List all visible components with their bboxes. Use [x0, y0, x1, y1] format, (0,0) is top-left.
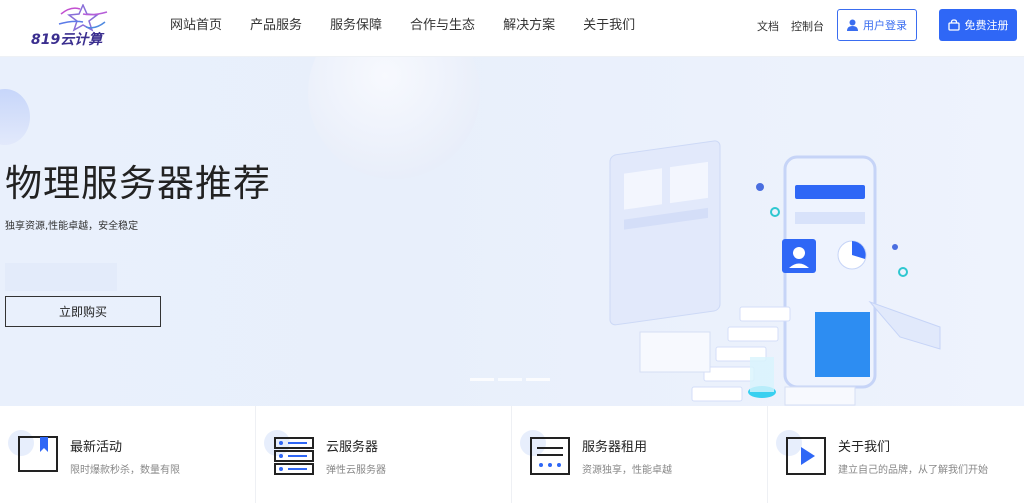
decor-circle-small [0, 89, 30, 145]
feature-card-cloud-server[interactable]: 云服务器 弹性云服务器 [256, 406, 512, 503]
feature-title: 关于我们 [838, 440, 891, 455]
window-icon [530, 437, 570, 475]
nav-partners[interactable]: 合作与生态 [410, 0, 475, 57]
play-icon [786, 437, 826, 475]
decor-circle [308, 57, 480, 179]
bag-icon [947, 19, 960, 31]
server-icon [274, 437, 314, 475]
carousel-dot[interactable] [526, 378, 550, 381]
nav-solutions[interactable]: 解决方案 [503, 0, 555, 57]
feature-card-activity[interactable]: 最新活动 限时爆款秒杀，数量有限 [0, 406, 256, 503]
nav-home[interactable]: 网站首页 [170, 0, 222, 57]
bookmark-icon [18, 436, 58, 472]
nav-about[interactable]: 关于我们 [583, 0, 635, 57]
hero-banner: 物理服务器推荐 独享资源,性能卓越，安全稳定 立即购买 [0, 57, 1024, 406]
feature-card-server-rental[interactable]: 服务器租用 资源独享，性能卓越 [512, 406, 768, 503]
docs-link[interactable]: 文档 [757, 18, 779, 34]
nav-service-guarantee[interactable]: 服务保障 [330, 0, 382, 57]
user-icon [847, 19, 858, 31]
feature-title: 云服务器 [326, 440, 379, 455]
carousel-dots [470, 378, 554, 381]
feature-desc: 限时爆款秒杀，数量有限 [70, 465, 180, 476]
feature-desc: 弹性云服务器 [326, 465, 386, 476]
register-label: 免费注册 [964, 19, 1009, 32]
feature-title: 服务器租用 [582, 440, 648, 455]
feature-card-about[interactable]: 关于我们 建立自己的品牌，从了解我们开始 [768, 406, 1024, 503]
feature-title: 最新活动 [70, 440, 123, 455]
main-nav: 网站首页 产品服务 服务保障 合作与生态 解决方案 关于我们 [170, 0, 663, 57]
server-illustration [609, 140, 941, 406]
logo[interactable]: 819云计算 [28, 4, 138, 50]
login-button[interactable]: 用户登录 [837, 9, 917, 41]
decor-box [5, 263, 117, 291]
console-link[interactable]: 控制台 [791, 18, 824, 34]
logo-text: 819云计算 [31, 32, 103, 48]
buy-now-button[interactable]: 立即购买 [5, 296, 161, 327]
nav-products[interactable]: 产品服务 [250, 0, 302, 57]
carousel-dot-active[interactable] [498, 378, 522, 381]
carousel-dot[interactable] [470, 378, 494, 381]
feature-desc: 建立自己的品牌，从了解我们开始 [838, 465, 988, 476]
header: 819云计算 网站首页 产品服务 服务保障 合作与生态 解决方案 关于我们 文档… [0, 0, 1024, 57]
banner-title: 物理服务器推荐 [5, 162, 271, 205]
register-button[interactable]: 免费注册 [939, 9, 1017, 41]
feature-desc: 资源独享，性能卓越 [582, 465, 672, 476]
login-label: 用户登录 [863, 19, 907, 32]
feature-strip: 最新活动 限时爆款秒杀，数量有限 云服务器 弹性云服务器 服务器租用 资源独享，… [0, 406, 1024, 503]
header-links: 文档 控制台 [757, 0, 836, 52]
banner-subtitle: 独享资源,性能卓越，安全稳定 [5, 221, 139, 232]
